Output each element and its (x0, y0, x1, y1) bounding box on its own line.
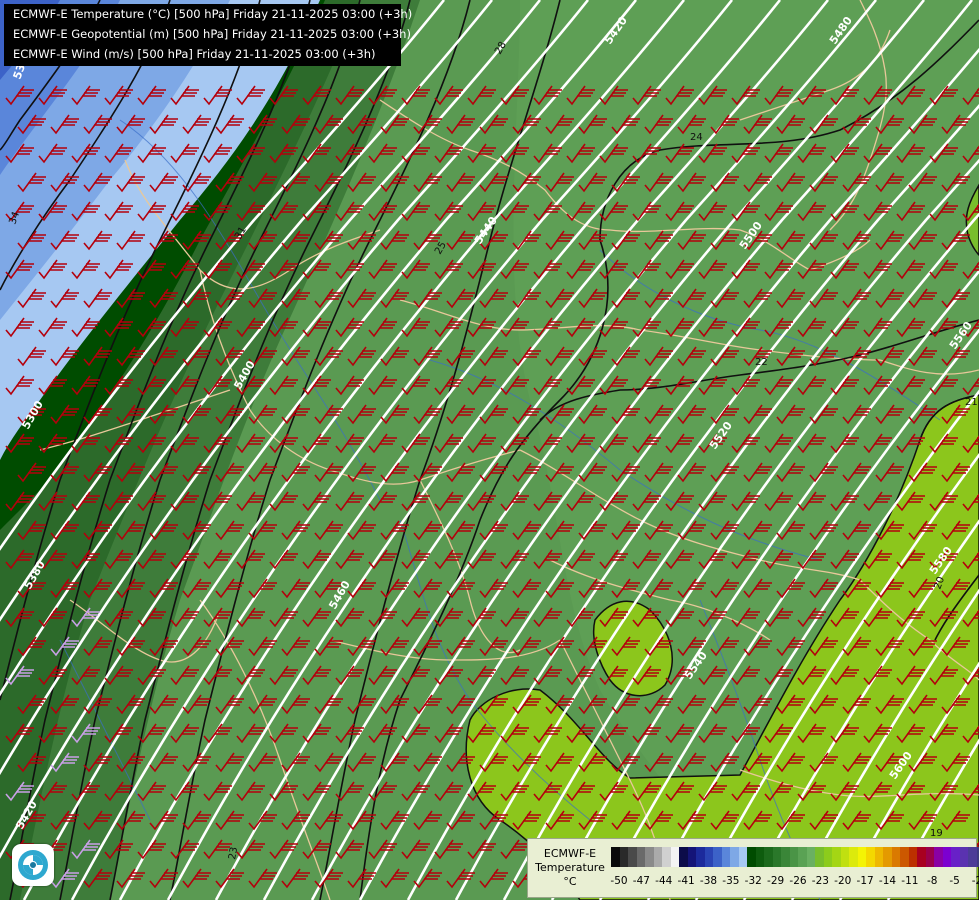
legend-swatch (891, 847, 900, 867)
legend-swatch (662, 847, 671, 867)
legend-swatch (883, 847, 892, 867)
legend-tick: -47 (632, 875, 650, 887)
legend-swatch (832, 847, 841, 867)
legend-swatch (713, 847, 722, 867)
legend-tick: -44 (655, 875, 673, 887)
legend-swatch (764, 847, 773, 867)
legend-tick: -20 (834, 875, 852, 887)
legend-swatch (823, 847, 832, 867)
map-title-box: ECMWF-E Temperature (°C) [500 hPa] Frida… (4, 4, 413, 66)
legend-swatch (653, 847, 662, 867)
legend-swatch (789, 847, 798, 867)
legend-swatch (857, 847, 866, 867)
legend-tick: -17 (856, 875, 874, 887)
legend-swatch (645, 847, 654, 867)
legend-variable: Temperature (535, 861, 605, 874)
swirl-logo-icon (18, 850, 48, 880)
legend-swatch (781, 847, 790, 867)
legend-color-bar (611, 847, 979, 867)
legend-model: ECMWF-E (543, 847, 597, 860)
legend-swatch (968, 847, 977, 867)
legend-swatch (679, 847, 688, 867)
legend-swatch (874, 847, 883, 867)
legend-swatch (959, 847, 968, 867)
temperature-legend: ECMWF-E Temperature °C -50 -47 -44 -41 -38 -3… (527, 838, 979, 898)
legend-swatch (942, 847, 951, 867)
legend-swatch (687, 847, 696, 867)
legend-unit: °C (563, 875, 577, 888)
title-wind: ECMWF-E Wind (m/s) [500 hPa] Friday 21-1… (13, 47, 376, 61)
legend-tick: -23 (811, 875, 829, 887)
legend-swatch (849, 847, 858, 867)
legend-swatch (628, 847, 637, 867)
legend-swatch (772, 847, 781, 867)
legend-tick: -50 (610, 875, 628, 887)
legend-swatch (730, 847, 739, 867)
legend-tick: -38 (699, 875, 718, 887)
legend-swatch (747, 847, 756, 867)
legend-swatch (704, 847, 713, 867)
logo (12, 844, 54, 886)
legend-swatch (917, 847, 926, 867)
legend-title: ECMWF-E Temperature °C (532, 847, 608, 889)
legend-tick: -32 (744, 875, 762, 887)
legend-tick: -35 (722, 875, 740, 887)
legend-tick: -2 (971, 875, 979, 887)
legend-swatch (611, 847, 620, 867)
title-geopotential: ECMWF-E Geopotential (m) [500 hPa] Frida… (13, 27, 411, 41)
legend-tick: -26 (789, 875, 807, 887)
legend-swatch (815, 847, 824, 867)
legend-swatch (925, 847, 934, 867)
legend-swatch (798, 847, 807, 867)
temperature-label: 22 (755, 357, 768, 368)
weather-map: 5320530053805400542054605440542055005480… (0, 0, 979, 900)
temperature-label: 24 (690, 132, 703, 143)
legend-swatch (670, 847, 679, 867)
legend-tick: -11 (901, 875, 919, 887)
legend-tick: -5 (949, 875, 960, 887)
legend-tick: -41 (677, 875, 695, 887)
legend-swatch (951, 847, 960, 867)
temperature-label: 21 (965, 397, 978, 408)
legend-swatch (900, 847, 909, 867)
legend-swatch (840, 847, 849, 867)
legend-tick: -14 (878, 875, 897, 887)
legend-swatch (738, 847, 747, 867)
title-temperature: ECMWF-E Temperature (°C) [500 hPa] Frida… (13, 7, 413, 21)
legend-swatch (636, 847, 645, 867)
legend-swatch (755, 847, 764, 867)
legend-swatch (806, 847, 815, 867)
legend-swatch (619, 847, 628, 867)
legend-swatch (908, 847, 917, 867)
legend-swatch (721, 847, 730, 867)
legend-tick: -29 (767, 875, 785, 887)
temperature-label: 23 (227, 846, 240, 860)
legend-swatch (866, 847, 875, 867)
legend-swatch (934, 847, 943, 867)
legend-tick: -8 (927, 875, 938, 887)
legend-swatch (696, 847, 705, 867)
